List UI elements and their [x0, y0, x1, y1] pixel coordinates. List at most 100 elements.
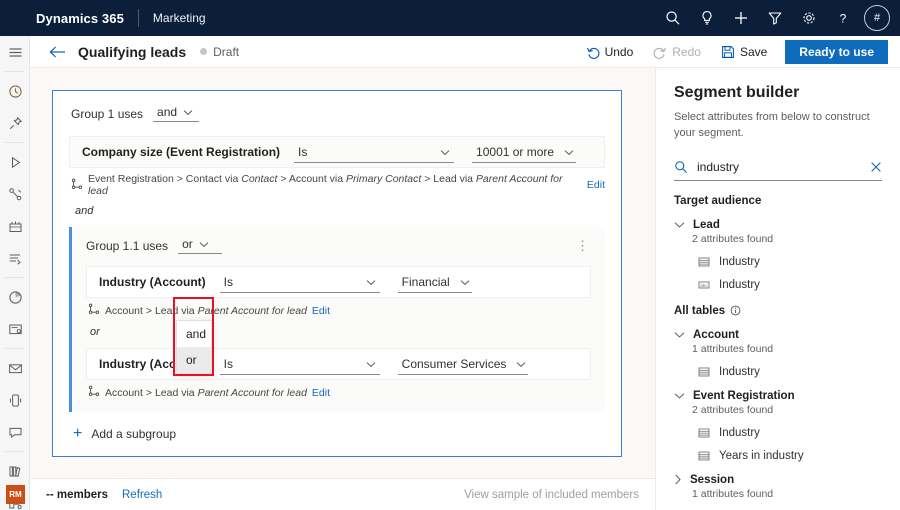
back-arrow-icon[interactable] — [42, 37, 72, 67]
condition-value-select[interactable]: Consumer Services — [398, 353, 529, 375]
left-rail: RM — [0, 36, 30, 510]
relationship-path: Account > Lead via Parent Account for le… — [88, 303, 589, 318]
rail-divider — [5, 451, 24, 452]
user-avatar[interactable]: RM — [6, 485, 25, 504]
attribute-item[interactable]: Years in industry — [698, 450, 882, 462]
play-icon[interactable] — [0, 146, 30, 178]
dropdown-option-or[interactable]: or — [177, 347, 211, 373]
chevron-down-icon — [366, 357, 376, 371]
condition-value-select[interactable]: 10001 or more — [472, 141, 576, 163]
rail-divider — [5, 277, 24, 278]
condition-operator-select[interactable]: Is — [220, 353, 380, 375]
suite-bar-actions: ? # — [656, 0, 900, 36]
customer-journey-icon[interactable] — [0, 178, 30, 210]
panel-subtitle: Select attributes from below to construc… — [674, 110, 882, 142]
recent-icon[interactable] — [0, 75, 30, 107]
redo-button[interactable]: Redo — [643, 37, 711, 67]
condition-operator-select[interactable]: Is — [294, 141, 454, 163]
segments-icon[interactable] — [0, 242, 30, 274]
ready-to-use-button[interactable]: Ready to use — [785, 40, 888, 64]
subgroup-1-1-operator-value: or — [182, 237, 193, 251]
condition-attribute[interactable]: Company size (Event Registration) — [82, 145, 280, 159]
close-icon[interactable] — [870, 161, 882, 173]
message-icon[interactable] — [0, 416, 30, 448]
group-1-operator-value: and — [157, 105, 177, 119]
all-tables-text: All tables — [674, 305, 725, 317]
add-subgroup-button[interactable]: + Add a subgroup — [73, 426, 621, 442]
condition-row: Industry (Account) Is Financial — [86, 266, 591, 298]
hamburger-menu-icon[interactable] — [0, 36, 30, 68]
undo-button[interactable]: Undo — [576, 37, 644, 67]
panel-title: Segment builder — [674, 84, 882, 102]
app-root: Dynamics 365 Marketing ? # — [0, 0, 900, 510]
command-bar: Qualifying leads Draft Undo Redo — [30, 36, 900, 68]
edit-path-link[interactable]: Edit — [587, 179, 605, 191]
lightbulb-icon[interactable] — [690, 0, 724, 36]
relationship-icon — [88, 385, 100, 400]
settings-icon[interactable] — [792, 0, 826, 36]
path-segment: Contact via — [186, 173, 239, 185]
attributes-found-count: 1 attributes found — [692, 343, 882, 355]
info-icon[interactable] — [730, 305, 741, 316]
library-icon[interactable] — [0, 455, 30, 487]
table-group-account[interactable]: Account — [674, 329, 882, 341]
condition-operator-select[interactable]: Is — [220, 271, 380, 293]
form-icon[interactable] — [0, 313, 30, 345]
attribute-item[interactable]: Industry — [698, 366, 882, 378]
chevron-down-icon[interactable] — [674, 392, 685, 400]
path-segment: Lead via — [155, 387, 195, 399]
attribute-item[interactable]: Industry — [698, 256, 882, 268]
list-attribute-icon — [698, 450, 710, 462]
members-count: -- members — [46, 489, 108, 501]
dropdown-option-and[interactable]: and — [177, 321, 211, 347]
edit-path-link[interactable]: Edit — [312, 305, 330, 317]
refresh-link[interactable]: Refresh — [122, 489, 162, 501]
condition-value-select[interactable]: Financial — [398, 271, 472, 293]
chevron-down-icon[interactable] — [674, 221, 685, 229]
pin-icon[interactable] — [0, 107, 30, 139]
path-segment: > — [146, 387, 152, 399]
analytics-icon[interactable] — [0, 281, 30, 313]
filter-icon[interactable] — [758, 0, 792, 36]
operator-dropdown-flyout[interactable]: andor — [176, 320, 212, 374]
edit-path-link[interactable]: Edit — [312, 387, 330, 399]
search-input-value[interactable]: industry — [697, 160, 861, 174]
attribute-item[interactable]: abcIndustry — [698, 279, 882, 291]
brand-label[interactable]: Dynamics 365 — [36, 11, 124, 26]
condition-operator-value: Is — [224, 357, 233, 371]
subgroup-more-options-icon[interactable]: ⋮ — [576, 239, 595, 252]
search-icon[interactable] — [656, 0, 690, 36]
save-button[interactable]: Save — [711, 37, 777, 67]
avatar[interactable]: # — [864, 5, 890, 31]
table-group-session[interactable]: Session — [674, 474, 882, 486]
redo-icon — [653, 45, 667, 59]
target-audience-label: Target audience — [674, 195, 882, 207]
mobile-icon[interactable] — [0, 384, 30, 416]
table-group-lead[interactable]: Lead — [674, 219, 882, 231]
group-1-label: Group 1 uses — [71, 107, 143, 121]
command-bar-actions: Undo Redo Save Ready to use — [576, 37, 900, 67]
view-sample-link[interactable]: View sample of included members — [464, 489, 639, 501]
email-icon[interactable] — [0, 352, 30, 384]
relationship-path: Event Registration > Contact via Contact… — [71, 173, 605, 197]
attribute-item[interactable]: Industry — [698, 427, 882, 439]
path-segment: Account — [105, 387, 143, 399]
group-conjunction: and — [75, 205, 621, 217]
attribute-search-box[interactable]: industry — [674, 155, 882, 181]
status-dot-icon — [200, 48, 207, 55]
target-audience-text: Target audience — [674, 195, 761, 207]
help-icon[interactable]: ? — [826, 0, 860, 36]
chevron-right-icon[interactable] — [674, 474, 682, 485]
segment-definition-card: Group 1 uses and Company size (Event Reg… — [52, 90, 622, 457]
chevron-down-icon[interactable] — [674, 331, 685, 339]
text-attribute-icon: abc — [698, 279, 710, 291]
rail-divider — [5, 348, 24, 349]
add-icon[interactable] — [724, 0, 758, 36]
app-name-label[interactable]: Marketing — [153, 11, 206, 25]
condition-attribute[interactable]: Industry (Account) — [99, 275, 206, 289]
table-group-event-registration[interactable]: Event Registration — [674, 390, 882, 402]
attributes-found-count: 1 attributes found — [692, 488, 882, 500]
group-1-operator-select[interactable]: and — [153, 105, 199, 122]
subgroup-1-1-operator-select[interactable]: or — [178, 237, 222, 254]
events-icon[interactable] — [0, 210, 30, 242]
